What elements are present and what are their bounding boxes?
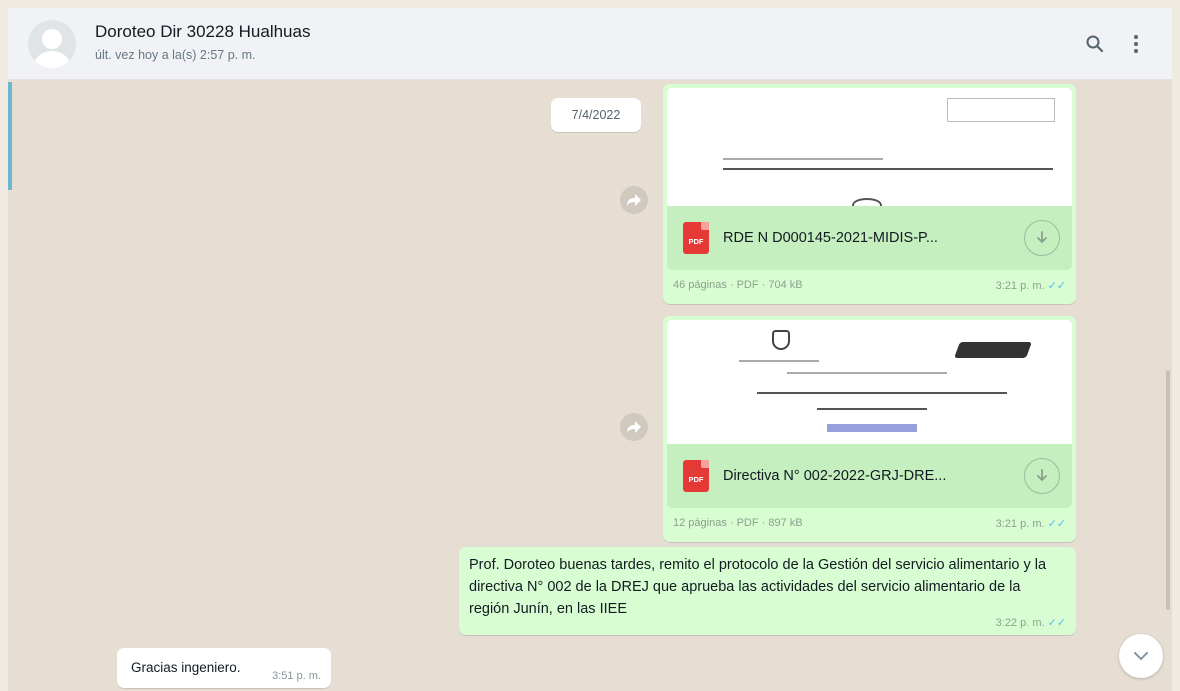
document-message[interactable]: PDF RDE N D000145-2021-MIDIS-P... 46 pág… [663,84,1076,304]
contact-name[interactable]: Doroteo Dir 30228 Hualhuas [95,22,310,42]
document-file-row[interactable]: PDF Directiva N° 002-2022-GRJ-DRE... [667,444,1072,508]
document-preview[interactable] [667,320,1072,444]
avatar-body-shape [34,51,70,68]
message-list[interactable]: 7/4/2022 PDF RDE N D000145-2021-MIDIS-P.… [8,80,1172,691]
message-time-wrap: 3:21 p. m. ✓✓ [996,517,1066,530]
document-text-line [817,408,927,410]
download-icon[interactable] [1024,458,1060,494]
last-seen-status: últ. vez hoy a la(s) 2:57 p. m. [95,48,256,62]
document-meta-row: 46 páginas · PDF · 704 kB 3:21 p. m. ✓✓ [667,270,1072,300]
document-text-line [723,168,1053,170]
document-header-block [947,98,1055,122]
message-time: 3:21 p. m. [995,517,1045,530]
message-text: Gracias ingeniero. [131,660,241,675]
scrollbar[interactable] [1166,370,1170,610]
chat-window: Doroteo Dir 30228 Hualhuas últ. vez hoy … [8,8,1172,691]
document-text-line [757,392,1007,394]
document-crest [772,330,790,350]
document-message[interactable]: PDF Directiva N° 002-2022-GRJ-DRE... 12 … [663,316,1076,542]
document-file-name[interactable]: RDE N D000145-2021-MIDIS-P... [723,230,1024,246]
search-icon[interactable] [1081,30,1109,58]
document-file-row[interactable]: PDF RDE N D000145-2021-MIDIS-P... [667,206,1072,270]
avatar[interactable] [28,20,76,68]
message-time-wrap: 3:21 p. m. ✓✓ [996,279,1066,292]
document-meta-row: 12 páginas · PDF · 897 kB 3:21 p. m. ✓✓ [667,508,1072,538]
document-signature-mark [954,342,1032,358]
document-text-line [787,372,947,374]
document-preview[interactable] [667,88,1072,206]
document-seal [852,198,882,206]
document-text-line [723,158,883,160]
incoming-text-message[interactable]: Gracias ingeniero. 3:51 p. m. [117,648,331,688]
scroll-down-button[interactable] [1119,634,1163,678]
message-time: 3:22 p. m. [995,617,1045,629]
message-time: 3:51 p. m. [272,670,321,682]
read-ticks-icon: ✓✓ [1047,617,1066,629]
chevron-down-icon [1134,652,1148,661]
menu-icon[interactable] [1122,30,1150,58]
message-time-wrap: 3:22 p. m. ✓✓ [996,616,1066,629]
download-icon[interactable] [1024,220,1060,256]
outgoing-text-message[interactable]: Prof. Doroteo buenas tardes, remito el p… [459,547,1076,635]
document-file-name[interactable]: Directiva N° 002-2022-GRJ-DRE... [723,468,1024,484]
date-chip: 7/4/2022 [551,98,641,132]
pdf-file-icon: PDF [683,460,709,492]
read-ticks-icon: ✓✓ [1047,517,1066,530]
avatar-head-shape [42,29,62,49]
message-time: 3:21 p. m. [995,279,1045,292]
chat-header[interactable]: Doroteo Dir 30228 Hualhuas últ. vez hoy … [8,8,1172,80]
document-meta: 12 páginas · PDF · 897 kB [673,517,803,529]
message-text: Prof. Doroteo buenas tardes, remito el p… [469,557,1047,617]
pdf-file-icon: PDF [683,222,709,254]
document-text-line [739,360,819,362]
document-date-stamp [827,424,917,432]
forward-icon[interactable] [620,413,648,441]
read-ticks-icon: ✓✓ [1047,279,1066,292]
left-accent-bar [8,82,12,190]
document-meta: 46 páginas · PDF · 704 kB [673,279,803,291]
forward-icon[interactable] [620,186,648,214]
